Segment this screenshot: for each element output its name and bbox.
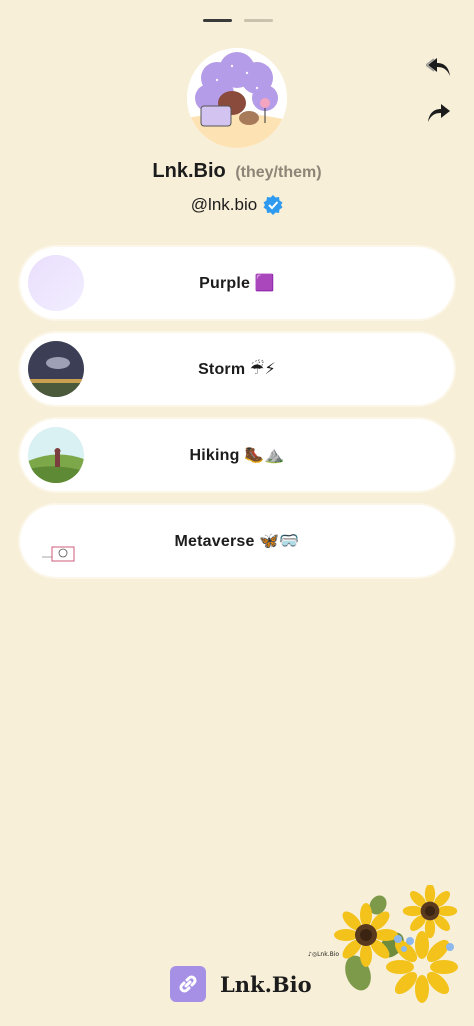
page-dot[interactable] [244,19,273,22]
avatar-illustration [187,48,287,148]
link-thumb-storm [28,341,84,397]
link-thumb-hiking [28,427,84,483]
page-dot-active[interactable] [203,19,232,22]
link-thumb-purple [28,255,84,311]
share-arrow-icon [428,104,450,122]
link-label: Hiking 🥾⛰️ [189,447,285,464]
avatar [187,48,287,148]
share-arrow-button[interactable] [424,98,454,128]
link-card-hiking[interactable]: Hiking 🥾⛰️ [20,419,454,491]
page-indicator [203,19,273,22]
link-label: Purple 🟪 [199,275,275,292]
profile-name: Lnk.Bio [152,160,226,182]
link-chain-icon [170,966,206,1002]
link-thumb-metaverse [28,513,84,569]
link-label: Storm ☔⚡ [198,361,276,378]
link-card-metaverse[interactable]: Metaverse 🦋🥽 [20,505,454,577]
profile-pronouns: (they/them) [235,164,322,181]
link-card-storm[interactable]: Storm ☔⚡ [20,333,454,405]
reply-arrow-button[interactable] [424,52,454,82]
link-label: Metaverse 🦋🥽 [174,533,300,550]
reply-arrow-icon [426,58,450,76]
sunflower-decoration [334,885,458,1003]
footer-brand-name: Lnk.Bio [220,971,312,997]
profile-name-row: Lnk.Bio (they/them) [0,160,474,183]
link-card-purple[interactable]: Purple 🟪 [20,247,454,319]
profile-handle: @lnk.bio [190,195,258,214]
footer-brand[interactable]: Lnk.Bio [170,966,312,1002]
verified-badge-icon [263,195,283,215]
profile-handle-row: @lnk.bio [0,195,474,215]
